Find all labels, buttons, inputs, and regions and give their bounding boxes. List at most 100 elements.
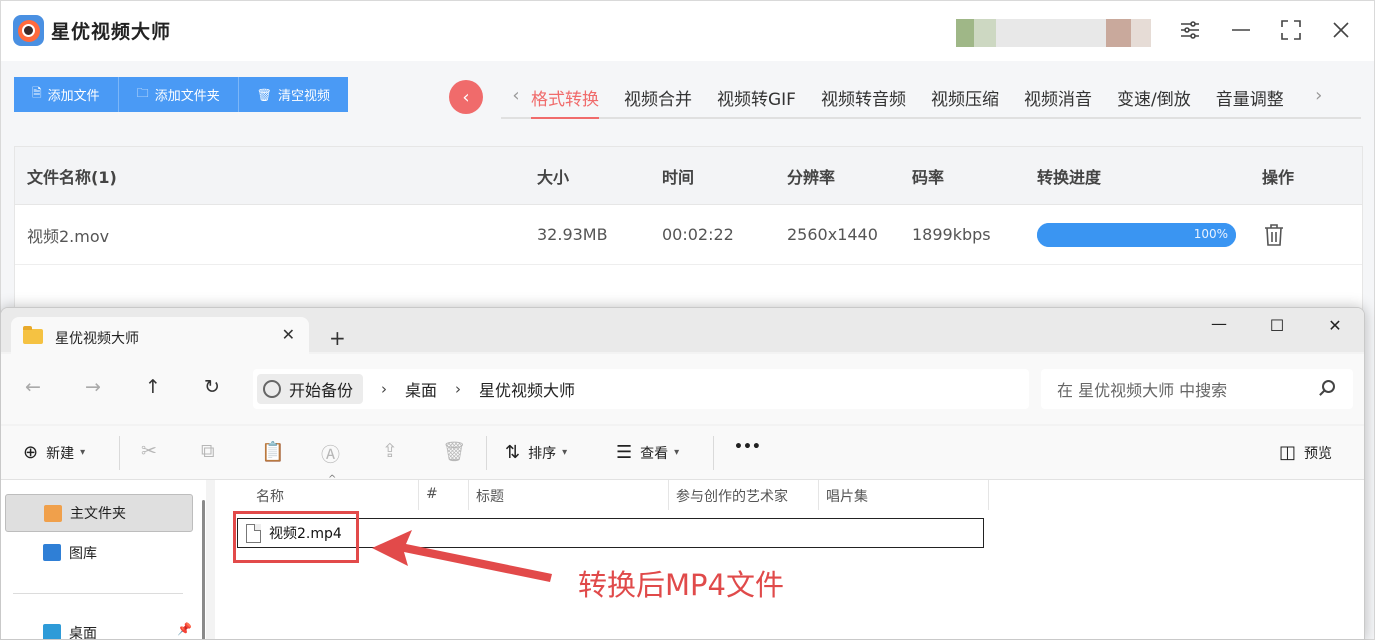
paste-icon[interactable]: 📋 xyxy=(261,440,285,463)
col-header-number[interactable]: # xyxy=(426,486,438,502)
tab-close-icon[interactable]: ✕ xyxy=(282,325,295,344)
preview-pane-button[interactable]: ◫ 预览 xyxy=(1279,442,1332,463)
divider xyxy=(119,436,120,470)
minimize-icon[interactable] xyxy=(1228,17,1254,43)
explorer-maximize-icon[interactable]: ☐ xyxy=(1267,316,1287,335)
delete-icon[interactable]: 🗑 xyxy=(442,440,466,463)
backup-cloud-icon xyxy=(263,380,281,398)
highlight-box xyxy=(233,511,359,563)
clear-videos-label: 清空视频 xyxy=(277,89,330,104)
nav-item-gallery[interactable]: 图库 xyxy=(5,534,193,572)
app-logo-icon xyxy=(13,15,44,46)
chevron-down-icon: ▾ xyxy=(562,447,568,458)
fullscreen-icon[interactable] xyxy=(1278,17,1304,43)
copy-icon[interactable]: ⧉ xyxy=(201,440,215,462)
breadcrumb-desktop[interactable]: 桌面 xyxy=(405,377,437,401)
explorer-close-icon[interactable]: ✕ xyxy=(1325,316,1345,335)
col-header-name[interactable]: 名称 xyxy=(256,486,284,506)
column-separator[interactable] xyxy=(988,480,989,510)
feature-tabs: ‹ 格式转换 视频合并 视频转GIF 视频转音频 视频压缩 视频消音 变速/倒放… xyxy=(501,81,1361,119)
explorer-address-row: ← → ↑ ↻ 开始备份 › 桌面 › 星优视频大师 在 星优视频大师 中搜索 xyxy=(1,354,1364,424)
col-size: 大小 xyxy=(537,167,570,187)
breadcrumb-folder[interactable]: 星优视频大师 xyxy=(479,377,575,401)
collapse-chevron-left-icon[interactable]: ‹ xyxy=(449,80,483,114)
cell-duration: 00:02:22 xyxy=(662,225,734,244)
column-separator[interactable] xyxy=(468,480,469,510)
up-arrow-icon[interactable]: ↑ xyxy=(145,376,161,398)
tab-speed-reverse[interactable]: 变速/倒放 xyxy=(1117,81,1203,119)
breadcrumb-root[interactable]: 开始备份 xyxy=(257,374,364,404)
table-empty-area xyxy=(15,265,1362,311)
add-file-button[interactable]: 🗎 添加文件 xyxy=(14,77,119,112)
new-tab-plus-icon[interactable]: + xyxy=(329,326,346,350)
tabs-scroll-right-icon[interactable]: › xyxy=(1304,81,1334,106)
tabs-scroll-left-icon[interactable]: ‹ xyxy=(501,81,531,106)
sort-button[interactable]: ⇅ 排序 ▾ xyxy=(505,442,567,463)
breadcrumb-backup: 开始备份 xyxy=(289,381,354,400)
explorer-tab[interactable]: 星优视频大师 ✕ xyxy=(11,317,309,354)
tab-video-to-gif[interactable]: 视频转GIF xyxy=(717,81,808,119)
divider xyxy=(486,436,487,470)
progress-label: 100% xyxy=(1193,226,1228,241)
explorer-minimize-icon[interactable]: — xyxy=(1209,314,1229,333)
explorer-navigation-pane: 主文件夹 图库 桌面 📌 xyxy=(1,480,206,640)
col-actions: 操作 xyxy=(1262,167,1295,187)
col-header-title[interactable]: 标题 xyxy=(476,486,504,506)
explorer-command-bar: ⊕ 新建 ▾ ✂ ⧉ 📋 Ⓐ ⇪ 🗑 ⇅ 排序 ▾ ☰ 查看 ▾ ••• ◫ 预览 xyxy=(1,426,1364,480)
cell-filename: 视频2.mov xyxy=(27,226,110,246)
explorer-tab-title: 星优视频大师 xyxy=(55,331,139,347)
rename-icon[interactable]: Ⓐ xyxy=(321,440,340,467)
search-placeholder: 在 星优视频大师 中搜索 xyxy=(1057,381,1228,400)
col-header-album[interactable]: 唱片集 xyxy=(826,486,868,506)
column-separator[interactable] xyxy=(818,480,819,510)
view-button[interactable]: ☰ 查看 ▾ xyxy=(616,442,679,463)
tab-format-convert[interactable]: 格式转换 xyxy=(531,81,599,119)
back-arrow-icon[interactable]: ← xyxy=(25,376,41,398)
cell-bitrate: 1899kbps xyxy=(912,225,991,244)
share-icon[interactable]: ⇪ xyxy=(382,440,398,462)
add-folder-label: 添加文件夹 xyxy=(154,89,220,104)
cut-icon[interactable]: ✂ xyxy=(141,440,157,462)
add-folder-button[interactable]: 🗀 添加文件夹 xyxy=(118,77,239,112)
nav-item-home[interactable]: 主文件夹 xyxy=(5,494,193,532)
sort-arrows-icon: ⇅ xyxy=(505,442,521,463)
delete-row-trash-icon[interactable] xyxy=(1263,223,1285,247)
nav-desktop-label: 桌面 xyxy=(69,626,97,640)
nav-scrollbar[interactable] xyxy=(202,500,205,639)
trash-icon: 🗑 xyxy=(256,87,272,102)
tab-video-compress[interactable]: 视频压缩 xyxy=(931,81,1011,119)
column-separator[interactable] xyxy=(418,480,419,510)
column-separator[interactable] xyxy=(668,480,669,510)
pin-icon[interactable]: 📌 xyxy=(177,622,192,636)
cell-size: 32.93MB xyxy=(537,225,608,244)
file-icon: 🗎 xyxy=(32,86,42,100)
settings-sliders-icon[interactable] xyxy=(1177,17,1203,43)
col-duration: 时间 xyxy=(662,167,695,187)
new-button[interactable]: ⊕ 新建 ▾ xyxy=(23,442,85,463)
cell-resolution: 2560x1440 xyxy=(787,225,878,244)
nav-home-label: 主文件夹 xyxy=(70,506,126,522)
breadcrumb-chevron-icon[interactable]: › xyxy=(455,380,461,398)
tab-video-to-audio[interactable]: 视频转音频 xyxy=(821,81,918,119)
breadcrumb-chevron-icon[interactable]: › xyxy=(381,380,387,398)
more-options-button[interactable]: ••• xyxy=(734,439,761,455)
address-bar[interactable]: 开始备份 › 桌面 › 星优视频大师 xyxy=(253,369,1029,409)
tab-video-mute[interactable]: 视频消音 xyxy=(1024,81,1104,119)
search-input[interactable]: 在 星优视频大师 中搜索 xyxy=(1041,369,1353,409)
chevron-down-icon: ▾ xyxy=(80,447,86,458)
gallery-icon xyxy=(43,544,61,561)
col-header-artists[interactable]: 参与创作的艺术家 xyxy=(676,486,788,506)
annotation-label: 转换后MP4文件 xyxy=(578,568,784,602)
refresh-icon[interactable]: ↻ xyxy=(204,376,220,398)
tab-video-merge[interactable]: 视频合并 xyxy=(624,81,704,119)
close-icon[interactable] xyxy=(1328,17,1354,43)
clear-videos-button[interactable]: 🗑 清空视频 xyxy=(238,77,348,112)
new-label: 新建 xyxy=(46,445,75,462)
divider xyxy=(13,593,183,594)
tab-volume-adjust[interactable]: 音量调整 xyxy=(1216,81,1296,119)
table-row[interactable]: 视频2.mov 32.93MB 00:02:22 2560x1440 1899k… xyxy=(15,205,1362,265)
forward-arrow-icon[interactable]: → xyxy=(85,376,101,398)
user-avatar-blurred[interactable] xyxy=(956,19,1151,47)
nav-item-desktop[interactable]: 桌面 xyxy=(5,614,193,640)
annotation-arrow xyxy=(372,530,552,582)
